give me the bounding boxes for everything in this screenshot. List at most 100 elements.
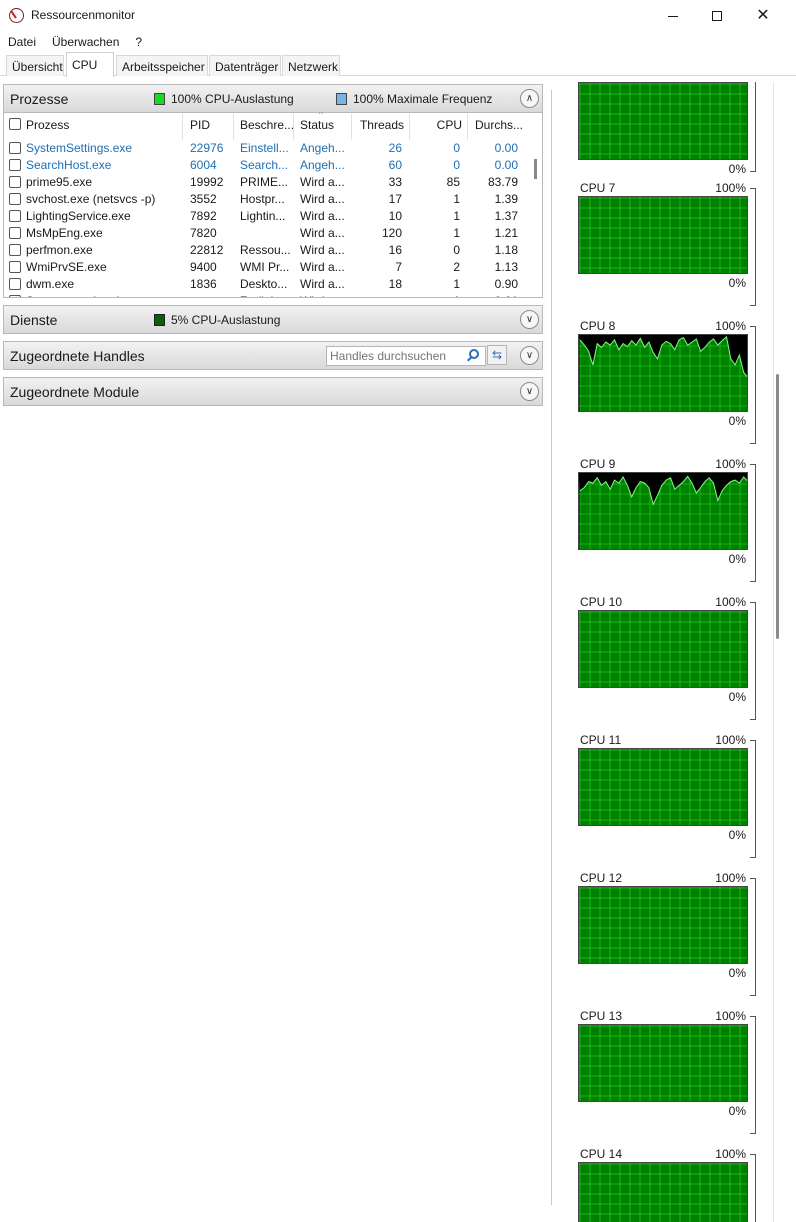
cpu-graph-min-label: 0% xyxy=(728,690,746,704)
modules-header[interactable]: Zugeordnete Module ∨ xyxy=(3,377,543,406)
expand-modules-chevron-down-icon[interactable]: ∨ xyxy=(520,382,539,401)
menu-datei[interactable]: Datei xyxy=(0,35,44,49)
table-row[interactable]: LightingService.exe 7892 Lightin... Wird a.… xyxy=(4,208,529,225)
table-row[interactable]: Systemunterbrechungen Zurück... Wird a... -… xyxy=(4,293,529,297)
tab-netzwerk[interactable]: Netzwerk xyxy=(282,55,340,76)
cell-avg: 1.13 xyxy=(494,260,518,274)
col-header-cpu[interactable]: CPU xyxy=(412,118,462,132)
table-row[interactable]: perfmon.exe 22812 Ressou... Wird a... 16 0 1.1… xyxy=(4,242,529,259)
cell-pid: 22812 xyxy=(190,243,224,257)
col-header-pid[interactable]: PID xyxy=(190,118,210,132)
table-row[interactable]: MsMpEng.exe 7820 Wird a... 120 1 1.21 xyxy=(4,225,529,242)
row-checkbox[interactable] xyxy=(9,142,21,154)
row-checkbox[interactable] xyxy=(9,261,21,273)
cell-threads: 60 xyxy=(388,158,402,172)
handles-header[interactable]: Zugeordnete Handles ⇆ ∨ xyxy=(3,341,543,370)
tab-arbeitsspeicher[interactable]: Arbeitsspeicher xyxy=(116,55,208,76)
cpu-usage-graph xyxy=(578,886,748,964)
expand-handles-chevron-down-icon[interactable]: ∨ xyxy=(520,346,539,365)
minimize-button[interactable] xyxy=(650,0,696,32)
cell-name: SystemSettings.exe xyxy=(26,141,133,155)
cell-pid: 1836 xyxy=(190,277,217,291)
search-icon[interactable] xyxy=(469,349,479,359)
maximize-button[interactable] xyxy=(694,0,740,32)
graphs-scrollbar-thumb[interactable] xyxy=(776,374,779,639)
row-checkbox[interactable] xyxy=(9,193,21,205)
cell-cpu: 0 xyxy=(453,243,460,257)
cpu-graph-min-label: 0% xyxy=(728,552,746,566)
row-checkbox[interactable] xyxy=(9,244,21,256)
select-all-checkbox[interactable] xyxy=(9,118,21,130)
cell-cpu: 2 xyxy=(453,260,460,274)
cpu-graph-scale-bracket xyxy=(750,82,756,172)
services-header[interactable]: Dienste 5% CPU-Auslastung ∨ xyxy=(3,305,543,334)
left-panel-scrollbar-track[interactable] xyxy=(551,90,552,1205)
col-header-threads[interactable]: Threads xyxy=(354,118,404,132)
tab-cpu[interactable]: CPU xyxy=(66,52,114,77)
tab-uebersicht[interactable]: Übersicht xyxy=(6,55,64,76)
minimize-icon xyxy=(668,15,678,17)
expand-services-chevron-down-icon[interactable]: ∨ xyxy=(520,310,539,329)
col-header-durchschnitt[interactable]: Durchs... xyxy=(475,118,523,132)
row-checkbox[interactable] xyxy=(9,159,21,171)
row-checkbox[interactable] xyxy=(9,278,21,290)
menu-help[interactable]: ? xyxy=(127,35,150,49)
processes-scrollbar[interactable] xyxy=(534,159,537,179)
cpu-graph-min-label: 0% xyxy=(728,966,746,980)
tab-datentraeger[interactable]: Datenträger xyxy=(209,55,281,76)
cpu-graph-title: CPU 9 xyxy=(580,457,616,471)
close-button[interactable]: ✕ xyxy=(740,0,786,32)
cpu-graph-title: CPU 12 xyxy=(580,871,623,885)
cpu-usage-graph xyxy=(578,334,748,412)
handles-title: Zugeordnete Handles xyxy=(10,348,145,364)
title-bar: Ressourcenmonitor ✕ xyxy=(0,0,796,32)
cpu-graph-scale-bracket xyxy=(750,326,756,444)
cell-pid: 3552 xyxy=(190,192,217,206)
cpu-graph-max-label: 100% xyxy=(715,595,746,609)
cell-cpu: 0 xyxy=(453,141,460,155)
row-checkbox[interactable] xyxy=(9,210,21,222)
processes-freq-legend-label: 100% Maximale Frequenz xyxy=(353,92,493,106)
cpu-graph-scale-bracket xyxy=(750,1154,756,1222)
cpu-graph-title: CPU 10 xyxy=(580,595,623,609)
col-header-beschreibung[interactable]: Beschre... xyxy=(240,118,294,132)
resource-monitor-icon xyxy=(9,8,24,23)
cell-desc: Search... xyxy=(240,158,289,172)
cell-avg: 0.61 xyxy=(470,294,518,297)
table-row[interactable]: SystemSettings.exe 22976 Einstell... Angeh.… xyxy=(4,140,529,157)
row-checkbox[interactable] xyxy=(9,176,21,188)
sort-arrow-icon: ^ xyxy=(319,112,323,119)
menu-ueberwachen[interactable]: Überwachen xyxy=(44,35,127,49)
cell-status: Wird a... xyxy=(300,277,345,291)
table-row[interactable]: svchost.exe (netsvcs -p) 3552 Hostpr... Wir… xyxy=(4,191,529,208)
graphs-scrollbar-track[interactable] xyxy=(773,82,774,1222)
cpu-usage-graph xyxy=(578,1024,748,1102)
services-title: Dienste xyxy=(10,312,58,328)
processes-header[interactable]: Prozesse 100% CPU-Auslastung 100% Maxima… xyxy=(3,84,543,113)
cpu-graph-min-label: 0% xyxy=(728,414,746,428)
processes-cpu-legend-label: 100% CPU-Auslastung xyxy=(171,92,294,106)
row-checkbox[interactable] xyxy=(9,295,21,297)
row-checkbox[interactable] xyxy=(9,227,21,239)
col-header-prozess[interactable]: Prozess xyxy=(26,118,69,132)
cpu-graph-scale-bracket xyxy=(750,740,756,858)
table-row[interactable]: prime95.exe 19992 PRIME... Wird a... 33 85 83.… xyxy=(4,174,529,191)
cpu-graph-scale-bracket xyxy=(750,602,756,720)
close-icon: ✕ xyxy=(756,7,770,24)
services-legend-swatch xyxy=(154,314,165,326)
processes-freq-legend: 100% Maximale Frequenz xyxy=(336,92,492,106)
table-row[interactable]: dwm.exe 1836 Deskto... Wird a... 18 1 0.90 xyxy=(4,276,529,293)
cell-avg: 1.18 xyxy=(494,243,518,257)
col-header-status[interactable]: Status xyxy=(300,118,334,132)
cpu-usage-graph xyxy=(578,1162,748,1222)
handles-search-input[interactable] xyxy=(326,346,486,366)
cpu-graph-max-label: 100% xyxy=(715,181,746,195)
cell-desc: Einstell... xyxy=(240,141,289,155)
refresh-icon[interactable]: ⇆ xyxy=(487,345,507,365)
table-row[interactable]: WmiPrvSE.exe 9400 WMI Pr... Wird a... 7 2 1.13 xyxy=(4,259,529,276)
collapse-processes-chevron-up-icon[interactable]: ∧ xyxy=(520,89,539,108)
table-row[interactable]: SearchHost.exe 6004 Search... Angeh... 60 0 0.… xyxy=(4,157,529,174)
processes-table-header: Prozess PID Beschre... Status ^ Threads … xyxy=(4,112,542,140)
cell-name: prime95.exe xyxy=(26,175,93,189)
cpu-usage-graph xyxy=(578,472,748,550)
